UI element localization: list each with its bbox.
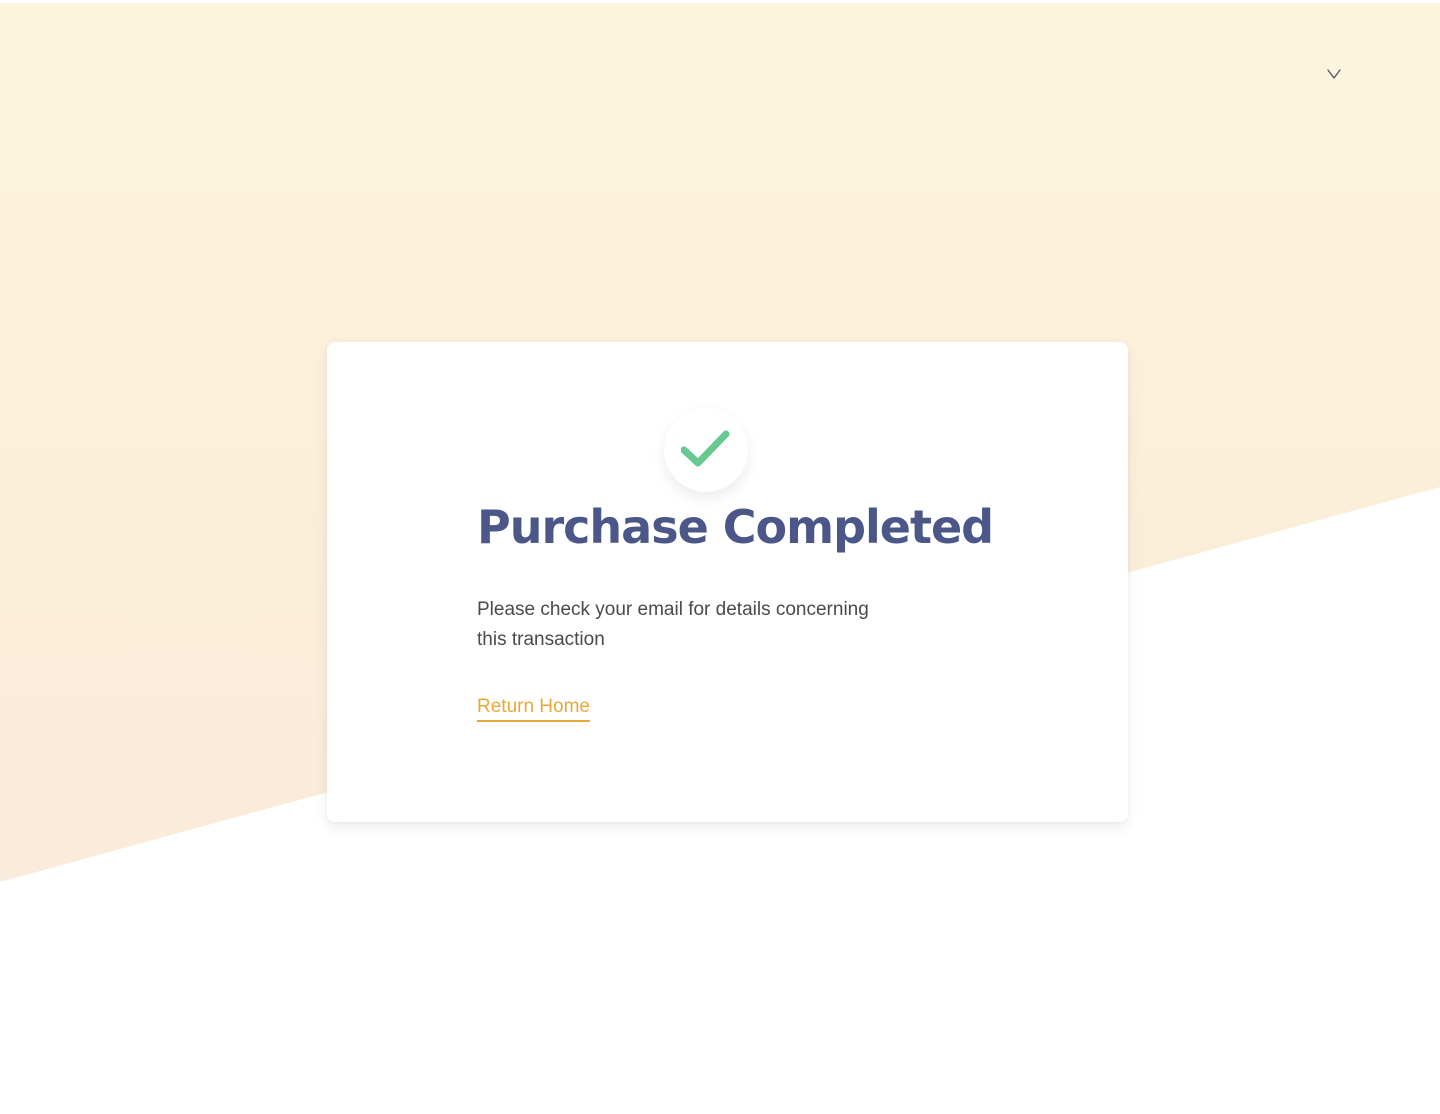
confirmation-card: Purchase Completed Please check your ema… [327, 342, 1128, 822]
page-title: Purchase Completed [477, 500, 994, 554]
return-home-link[interactable]: Return Home [477, 695, 590, 722]
success-badge [664, 408, 748, 492]
checkmark-icon [681, 430, 730, 467]
confirmation-message: Please check your email for details conc… [477, 599, 869, 650]
chevron-down-icon[interactable] [1325, 67, 1343, 81]
